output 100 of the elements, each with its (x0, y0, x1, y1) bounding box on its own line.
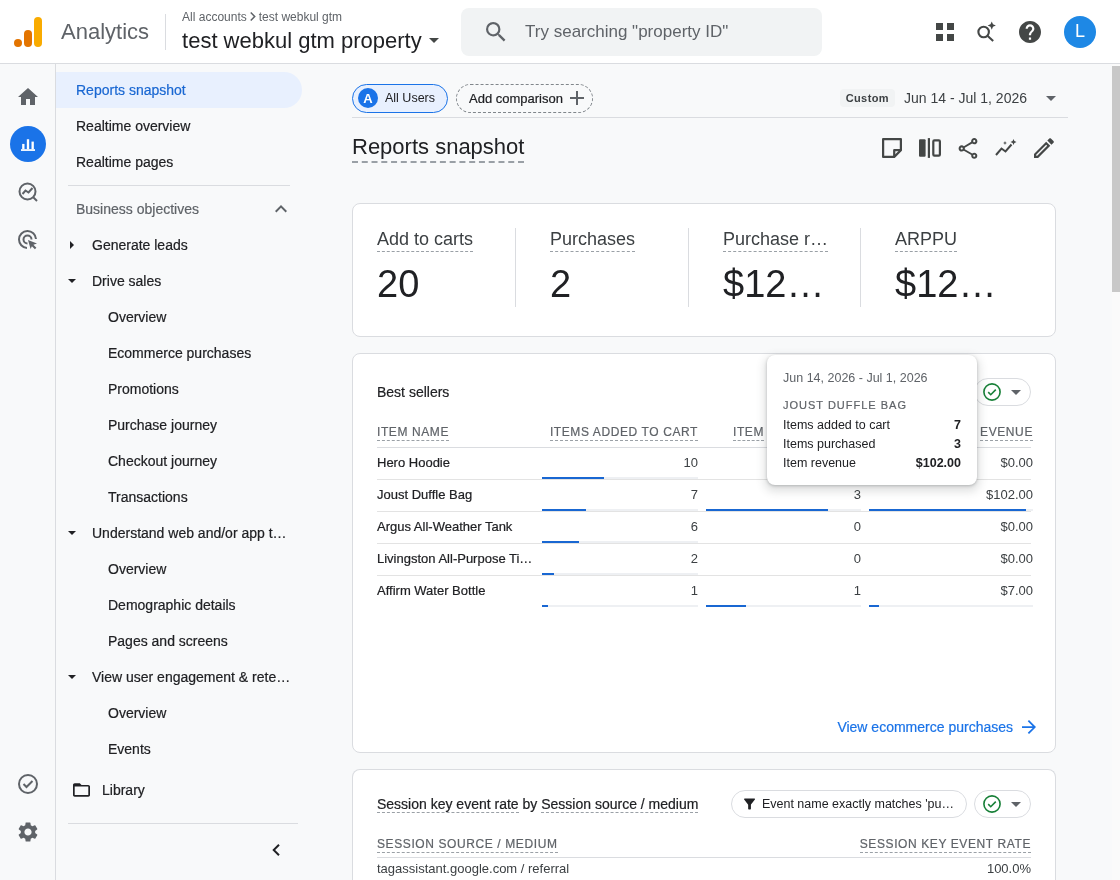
nav-item[interactable]: Overview (56, 695, 302, 731)
page-title[interactable]: Reports snapshot (352, 133, 525, 163)
column-header[interactable]: ITEM NAME (377, 425, 450, 441)
tooltip-date: Jun 14, 2026 - Jul 1, 2026 (783, 370, 929, 387)
segment-chip[interactable]: A All Users (352, 83, 448, 113)
table-cell-text: 0 (853, 518, 861, 536)
nav-group[interactable]: Understand web and/or app t… (56, 515, 310, 551)
funnel-icon (743, 798, 755, 810)
table-cell-text: 1 (853, 582, 861, 600)
view-ecommerce-link[interactable]: View ecommerce purchases (837, 717, 1036, 737)
scrollbar-thumb[interactable] (1112, 66, 1120, 292)
arrow-right-icon (1022, 720, 1036, 734)
caret-icon (1011, 801, 1021, 807)
date-range-picker[interactable]: Custom Jun 14 - Jul 1, 2026 (839, 89, 1056, 107)
breadcrumb-link[interactable]: test webkul gtm (258, 9, 343, 24)
check-circle-icon (17, 774, 38, 794)
caret-icon (70, 241, 74, 249)
table-cell-text: 10 (683, 454, 698, 472)
nav-item[interactable]: Events (56, 731, 302, 767)
rail-button[interactable] (9, 126, 46, 162)
plus-icon (569, 91, 584, 105)
check-circle-icon (983, 795, 1001, 813)
table-cell-text: Joust Duffle Bag (377, 486, 473, 504)
trend-sparkle-icon[interactable] (995, 139, 1017, 157)
nav-item[interactable]: Checkout journey (56, 443, 302, 479)
table-cell-text: $0.00 (1000, 518, 1033, 536)
tooltip-label: Items purchased (783, 436, 876, 453)
search-sparkle-icon[interactable] (976, 21, 997, 42)
table-cell-text: 2 (690, 550, 698, 568)
metric-label[interactable]: Purchases (550, 228, 636, 252)
metric-value: 2 (550, 262, 572, 306)
tooltip-value: 3 (954, 436, 961, 453)
metric-value: 20 (377, 262, 420, 306)
table-cell-text: $7.00 (1000, 582, 1033, 600)
nav-group[interactable]: Generate leads (56, 227, 310, 263)
compare-columns-icon[interactable] (919, 138, 941, 158)
property-selector[interactable]: test webkul gtm property (182, 26, 439, 55)
metric-value: $12… (723, 262, 825, 306)
table-cell-text: 3 (853, 486, 861, 504)
table-cell-text: 7 (690, 486, 698, 504)
nav-item[interactable]: Realtime pages (56, 144, 302, 180)
tooltip-value: $102.00 (915, 455, 961, 472)
table-cell-text: 1 (690, 582, 698, 600)
column-header[interactable]: EVENUE (980, 425, 1033, 441)
nav-item[interactable]: Transactions (56, 479, 302, 515)
column-header[interactable]: ITEMS ADDED TO CART (549, 425, 698, 441)
trend-magnifier-icon (17, 182, 38, 202)
nav-group[interactable]: Drive sales (56, 263, 310, 299)
metric-label[interactable]: Purchase r… (723, 228, 829, 252)
chevron-icon (275, 205, 287, 213)
nav-item[interactable]: Demographic details (56, 587, 302, 623)
folder-icon (73, 783, 90, 797)
nav-item[interactable]: Realtime overview (56, 108, 302, 144)
nav-item[interactable]: Overview (56, 299, 302, 335)
edit-pencil-icon[interactable] (1034, 138, 1054, 158)
metric-label[interactable]: Add to carts (377, 228, 474, 252)
caret-icon (68, 279, 76, 283)
table-cell-text: Hero Hoodie (377, 454, 450, 472)
nav-item[interactable]: Promotions (56, 371, 302, 407)
note-icon[interactable] (882, 138, 902, 158)
nav-group[interactable]: View user engagement & rete… (56, 659, 310, 695)
table-cell-text: Livingston All-Purpose Ti… (377, 550, 533, 568)
cursor-target-icon (17, 230, 38, 250)
caret-icon (1046, 95, 1056, 101)
table-cell-text: $102.00 (986, 486, 1033, 504)
date-range-text: Jun 14 - Jul 1, 2026 (904, 90, 1027, 106)
table-cell-text: $0.00 (1000, 550, 1033, 568)
table-cell-text: 0 (853, 550, 861, 568)
account-avatar[interactable]: L (1064, 15, 1096, 48)
library-item[interactable]: Library (56, 772, 310, 808)
share-icon[interactable] (958, 137, 978, 159)
column-header[interactable]: ITEM (733, 425, 765, 441)
metric-label[interactable]: ARPPU (895, 228, 957, 252)
settings-icon (17, 822, 38, 842)
column-header[interactable]: SESSION SOURCE / MEDIUM (377, 837, 558, 853)
column-header[interactable]: SESSION KEY EVENT RATE (859, 837, 1031, 853)
table-cell: 100.0% (986, 861, 1031, 877)
collapse-chevron-icon[interactable] (272, 844, 280, 856)
breadcrumb-link[interactable]: All accounts (182, 9, 247, 24)
nav-item[interactable]: Pages and screens (56, 623, 302, 659)
nav-item[interactable]: Ecommerce purchases (56, 335, 302, 371)
date-preset-tag: Custom (839, 89, 895, 107)
card-title[interactable]: Session key event rate by Session source / medium (377, 796, 699, 812)
tooltip-label: Items added to cart (783, 417, 890, 434)
search-field[interactable]: Try searching "property ID" (461, 7, 823, 56)
metric-value: $12… (895, 262, 997, 306)
tooltip-title: JOUST DUFFLE BAG (783, 398, 908, 413)
tooltip-value: 7 (954, 417, 961, 434)
table-cell-text: Argus All-Weather Tank (377, 518, 513, 536)
section-header[interactable]: Business objectives (56, 191, 298, 227)
help-icon[interactable] (1019, 20, 1041, 43)
nav-item[interactable]: Purchase journey (56, 407, 302, 443)
bar-logo-icon[interactable] (14, 16, 42, 47)
nav-item[interactable]: Reports snapshot (56, 72, 302, 108)
bar-chart-icon (20, 137, 35, 151)
caret-icon (1011, 389, 1021, 395)
apps-grid-icon[interactable] (936, 22, 954, 41)
card-title: Best sellers (377, 384, 450, 400)
table-cell-text: Affirm Water Bottle (377, 582, 486, 600)
nav-item[interactable]: Overview (56, 551, 302, 587)
